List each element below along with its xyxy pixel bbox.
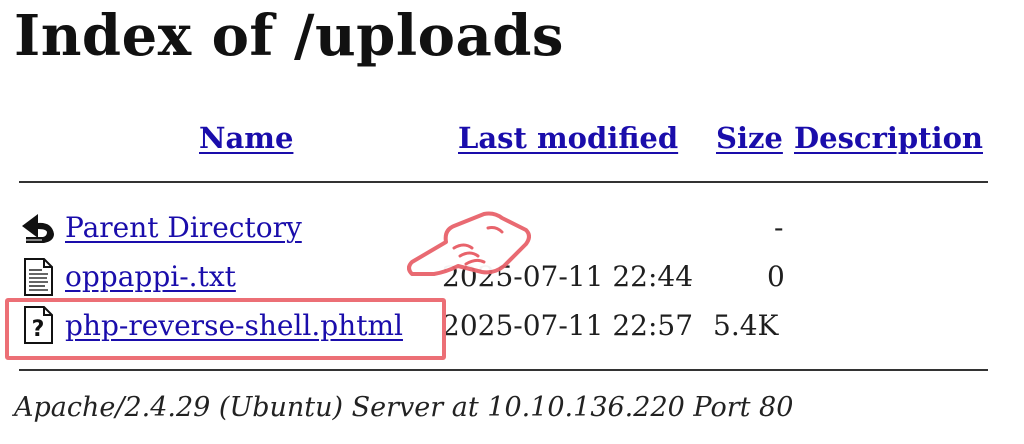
- text-file-icon: [18, 257, 58, 297]
- sort-by-description-link[interactable]: Description: [794, 121, 983, 155]
- header-divider: [19, 181, 988, 183]
- highlight-box: [5, 298, 446, 360]
- table-row: Parent Directory: [65, 208, 302, 248]
- footer-divider: [19, 369, 988, 371]
- file-size: -: [774, 211, 784, 244]
- file-size: 0: [767, 260, 785, 293]
- file-size: 5.4K: [713, 309, 779, 342]
- server-signature: Apache/2.4.29 (Ubuntu) Server at 10.10.1…: [14, 392, 794, 423]
- modified-date: 2025-07-11 22:57: [442, 309, 694, 342]
- parent-directory-icon: [18, 210, 58, 250]
- column-header-size: Size: [716, 118, 783, 158]
- sort-by-size-link[interactable]: Size: [716, 121, 783, 155]
- sort-by-last-modified-link[interactable]: Last modified: [458, 121, 678, 155]
- pointing-hand-icon: [407, 211, 531, 276]
- table-row: oppappi-.txt: [65, 257, 236, 297]
- file-link-oppappi-txt[interactable]: oppappi-.txt: [65, 260, 236, 293]
- page-title: Index of /uploads: [14, 3, 564, 69]
- sort-by-name-link[interactable]: Name: [199, 121, 293, 155]
- file-link-parent-directory[interactable]: Parent Directory: [65, 211, 302, 244]
- column-header-last-modified: Last modified: [458, 118, 678, 158]
- column-header-description: Description: [794, 118, 983, 158]
- column-header-name: Name: [199, 118, 293, 158]
